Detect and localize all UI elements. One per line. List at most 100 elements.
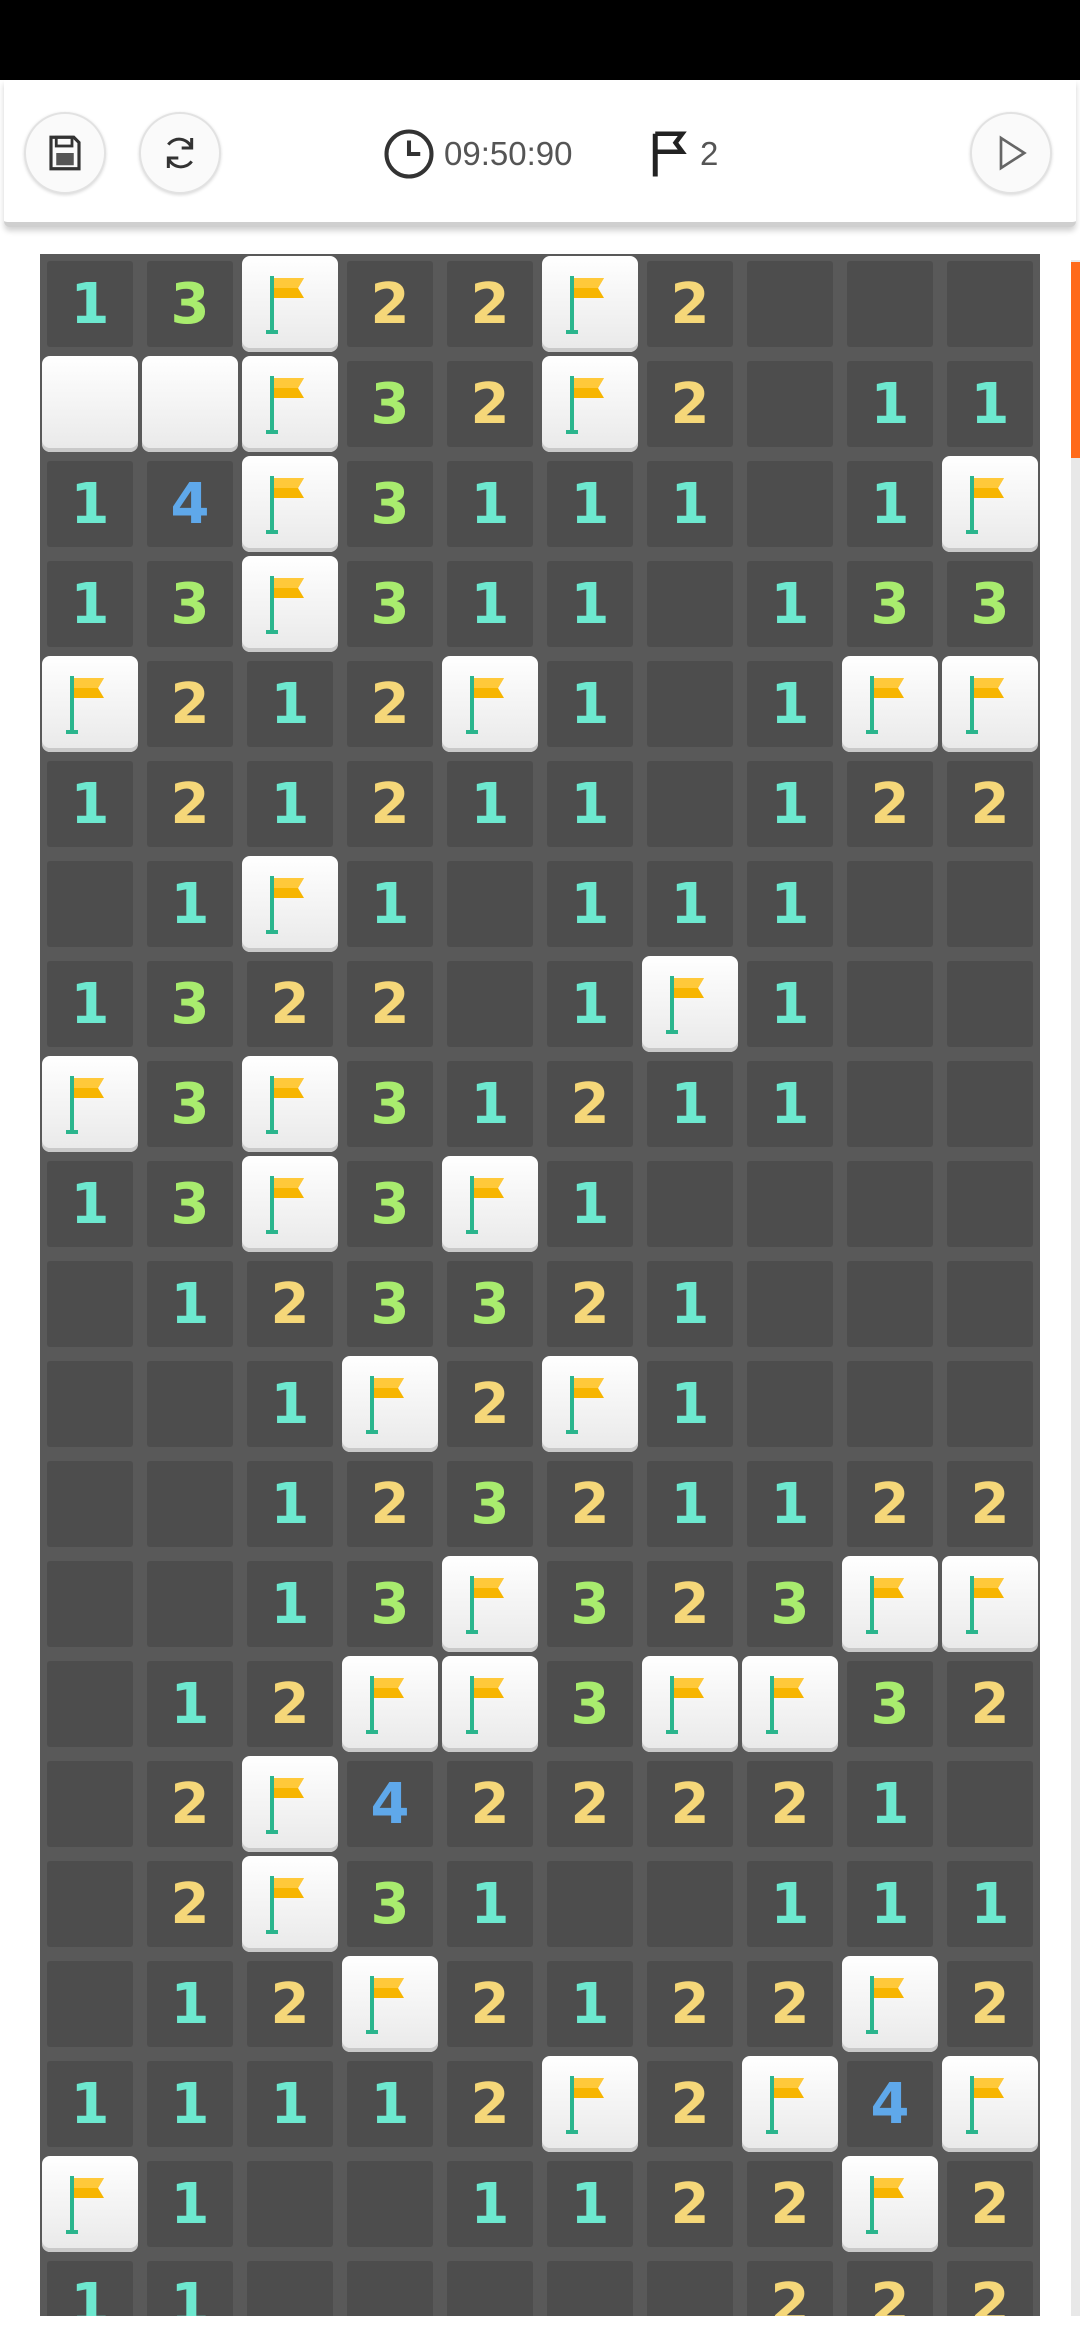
revealed-cell[interactable]: 1 — [440, 1054, 540, 1154]
revealed-cell[interactable] — [740, 1154, 840, 1254]
unrevealed-cell[interactable] — [40, 354, 140, 454]
flagged-cell[interactable] — [740, 1654, 840, 1754]
revealed-cell[interactable] — [140, 1354, 240, 1454]
revealed-cell[interactable]: 2 — [740, 2254, 840, 2316]
revealed-cell[interactable] — [40, 1254, 140, 1354]
revealed-cell[interactable]: 3 — [540, 1654, 640, 1754]
revealed-cell[interactable] — [940, 1054, 1040, 1154]
revealed-cell[interactable]: 1 — [140, 2054, 240, 2154]
revealed-cell[interactable]: 1 — [540, 654, 640, 754]
revealed-cell[interactable]: 3 — [340, 1254, 440, 1354]
revealed-cell[interactable] — [940, 254, 1040, 354]
flagged-cell[interactable] — [340, 1354, 440, 1454]
revealed-cell[interactable] — [640, 1154, 740, 1254]
flagged-cell[interactable] — [240, 854, 340, 954]
revealed-cell[interactable] — [40, 1554, 140, 1654]
restart-button[interactable] — [139, 112, 221, 194]
revealed-cell[interactable]: 3 — [940, 554, 1040, 654]
flagged-cell[interactable] — [40, 654, 140, 754]
flagged-cell[interactable] — [40, 2154, 140, 2254]
flagged-cell[interactable] — [240, 1854, 340, 1954]
revealed-cell[interactable]: 1 — [140, 2254, 240, 2316]
scrollbar-thumb[interactable] — [1071, 262, 1080, 458]
revealed-cell[interactable] — [840, 854, 940, 954]
flagged-cell[interactable] — [40, 1054, 140, 1154]
revealed-cell[interactable]: 1 — [340, 854, 440, 954]
revealed-cell[interactable]: 2 — [340, 1454, 440, 1554]
revealed-cell[interactable]: 1 — [740, 654, 840, 754]
revealed-cell[interactable]: 1 — [940, 354, 1040, 454]
revealed-cell[interactable]: 2 — [140, 1854, 240, 1954]
revealed-cell[interactable]: 3 — [340, 354, 440, 454]
unrevealed-cell[interactable] — [140, 354, 240, 454]
revealed-cell[interactable] — [840, 954, 940, 1054]
flagged-cell[interactable] — [540, 2054, 640, 2154]
revealed-cell[interactable]: 3 — [140, 1054, 240, 1154]
revealed-cell[interactable]: 1 — [240, 2054, 340, 2154]
revealed-cell[interactable]: 1 — [640, 454, 740, 554]
revealed-cell[interactable]: 3 — [340, 1854, 440, 1954]
revealed-cell[interactable]: 1 — [440, 754, 540, 854]
revealed-cell[interactable]: 2 — [240, 954, 340, 1054]
revealed-cell[interactable]: 2 — [540, 1754, 640, 1854]
revealed-cell[interactable]: 2 — [840, 754, 940, 854]
revealed-cell[interactable] — [40, 1354, 140, 1454]
flagged-cell[interactable] — [840, 1554, 940, 1654]
save-button[interactable] — [24, 112, 106, 194]
revealed-cell[interactable] — [940, 1754, 1040, 1854]
flagged-cell[interactable] — [540, 254, 640, 354]
revealed-cell[interactable] — [240, 2254, 340, 2316]
revealed-cell[interactable]: 3 — [340, 1054, 440, 1154]
revealed-cell[interactable] — [840, 1354, 940, 1454]
flagged-cell[interactable] — [240, 254, 340, 354]
revealed-cell[interactable]: 1 — [140, 1254, 240, 1354]
revealed-cell[interactable]: 3 — [740, 1554, 840, 1654]
revealed-cell[interactable] — [40, 1954, 140, 2054]
revealed-cell[interactable]: 3 — [140, 554, 240, 654]
revealed-cell[interactable]: 3 — [140, 954, 240, 1054]
revealed-cell[interactable] — [240, 2154, 340, 2254]
flagged-cell[interactable] — [440, 1554, 540, 1654]
revealed-cell[interactable]: 1 — [440, 454, 540, 554]
revealed-cell[interactable] — [840, 1154, 940, 1254]
revealed-cell[interactable]: 3 — [140, 1154, 240, 1254]
revealed-cell[interactable]: 3 — [340, 454, 440, 554]
revealed-cell[interactable]: 1 — [640, 854, 740, 954]
revealed-cell[interactable]: 2 — [340, 254, 440, 354]
flagged-cell[interactable] — [240, 454, 340, 554]
revealed-cell[interactable]: 1 — [40, 554, 140, 654]
flagged-cell[interactable] — [840, 1954, 940, 2054]
flagged-cell[interactable] — [640, 1654, 740, 1754]
revealed-cell[interactable]: 1 — [540, 1154, 640, 1254]
revealed-cell[interactable]: 4 — [340, 1754, 440, 1854]
flagged-cell[interactable] — [940, 454, 1040, 554]
revealed-cell[interactable]: 1 — [740, 554, 840, 654]
revealed-cell[interactable] — [40, 854, 140, 954]
flagged-cell[interactable] — [340, 1954, 440, 2054]
revealed-cell[interactable]: 1 — [840, 1754, 940, 1854]
revealed-cell[interactable] — [40, 1754, 140, 1854]
revealed-cell[interactable]: 2 — [940, 1654, 1040, 1754]
revealed-cell[interactable]: 1 — [640, 1254, 740, 1354]
revealed-cell[interactable]: 1 — [540, 754, 640, 854]
flagged-cell[interactable] — [240, 1054, 340, 1154]
revealed-cell[interactable]: 1 — [640, 1454, 740, 1554]
flagged-cell[interactable] — [840, 2154, 940, 2254]
revealed-cell[interactable]: 2 — [740, 2154, 840, 2254]
revealed-cell[interactable]: 1 — [240, 1454, 340, 1554]
revealed-cell[interactable]: 1 — [840, 1854, 940, 1954]
revealed-cell[interactable]: 1 — [240, 1354, 340, 1454]
revealed-cell[interactable]: 3 — [440, 1454, 540, 1554]
flagged-cell[interactable] — [340, 1654, 440, 1754]
revealed-cell[interactable]: 4 — [840, 2054, 940, 2154]
revealed-cell[interactable] — [40, 1654, 140, 1754]
revealed-cell[interactable]: 2 — [940, 1454, 1040, 1554]
revealed-cell[interactable]: 1 — [540, 954, 640, 1054]
revealed-cell[interactable]: 1 — [840, 354, 940, 454]
revealed-cell[interactable]: 2 — [640, 2054, 740, 2154]
revealed-cell[interactable]: 2 — [440, 354, 540, 454]
revealed-cell[interactable]: 2 — [940, 2254, 1040, 2316]
revealed-cell[interactable]: 2 — [740, 1954, 840, 2054]
revealed-cell[interactable]: 2 — [940, 1954, 1040, 2054]
flagged-cell[interactable] — [740, 2054, 840, 2154]
